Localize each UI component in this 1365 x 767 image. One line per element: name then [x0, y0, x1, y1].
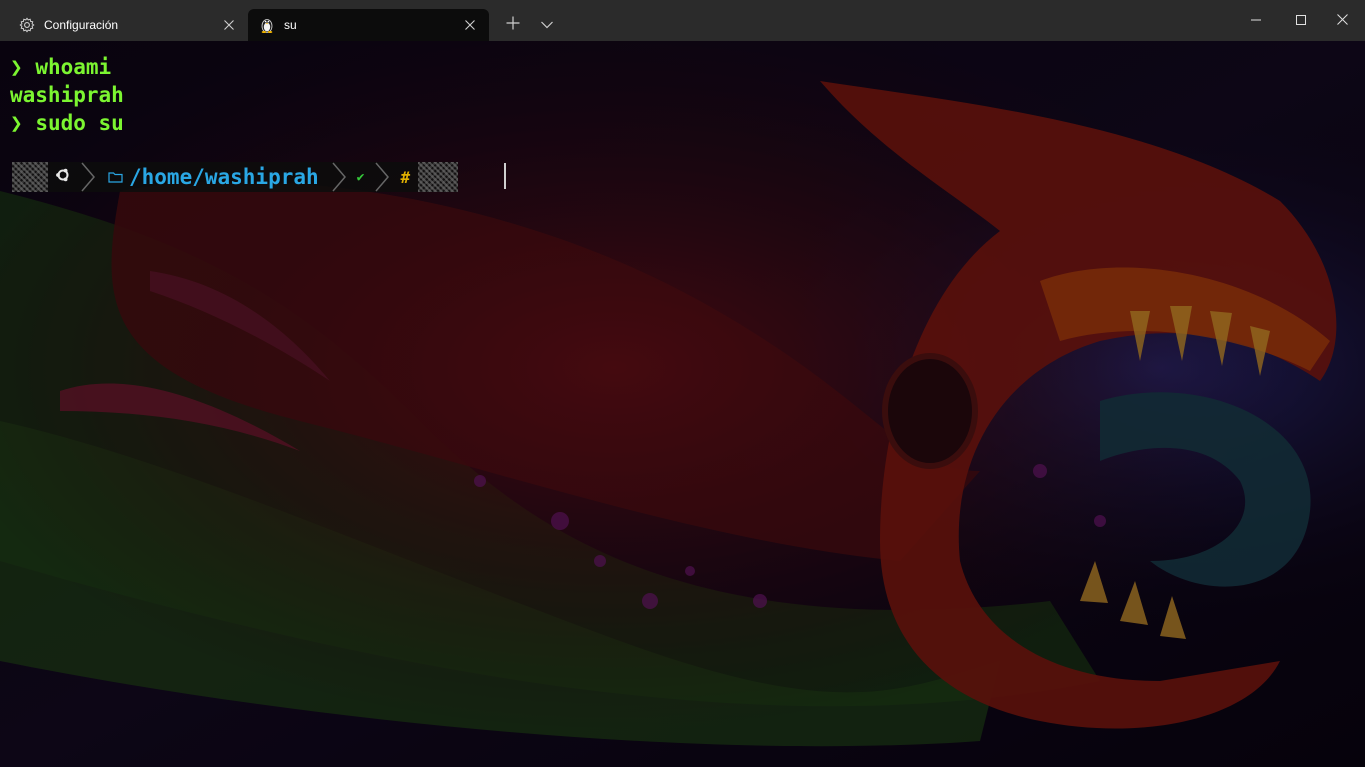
prompt-separator-icon — [372, 162, 393, 192]
text-cursor — [504, 163, 506, 189]
prompt-separator-icon — [328, 162, 349, 192]
root-hash-symbol: # — [400, 167, 411, 187]
ubuntu-icon — [54, 166, 72, 188]
close-icon — [1336, 12, 1348, 30]
maximize-icon — [1296, 12, 1306, 30]
new-tab-button[interactable] — [497, 9, 529, 41]
close-tab-icon[interactable] — [462, 17, 478, 33]
prompt-root-segment: # — [392, 162, 419, 192]
maximize-button[interactable] — [1278, 0, 1324, 41]
tab-dropdown-button[interactable] — [531, 9, 563, 41]
terminal-pane[interactable]: ❯ whoami washiprah ❯ sudo su /home/washi — [0, 41, 1365, 767]
prompt-path-segment: /home/washiprah — [98, 162, 329, 192]
tab-su[interactable]: su — [248, 9, 489, 41]
output-text: washiprah — [10, 83, 124, 107]
prompt-right-cap — [418, 162, 459, 192]
title-bar: Configuración su — [0, 0, 1365, 41]
close-window-button[interactable] — [1319, 0, 1365, 41]
tab-label: Configuración — [44, 18, 119, 32]
chevron-down-icon — [541, 16, 553, 34]
check-icon: ✔ — [356, 169, 365, 185]
linux-penguin-icon — [259, 17, 275, 33]
command-text: whoami — [35, 55, 112, 79]
plus-icon — [506, 16, 520, 35]
tab-label: su — [284, 18, 297, 32]
prompt-separator-icon — [78, 162, 98, 192]
powerline-prompt: /home/washiprah ✔ # — [12, 161, 459, 193]
terminal-line: ❯ whoami — [10, 53, 124, 81]
tab-configuracion[interactable]: Configuración — [8, 9, 248, 41]
prompt-left-cap — [12, 162, 48, 192]
prompt-chevron: ❯ — [10, 111, 23, 135]
terminal-output: ❯ whoami washiprah ❯ sudo su — [10, 53, 124, 137]
prompt-os-segment — [48, 162, 78, 192]
minimize-icon — [1251, 12, 1261, 30]
prompt-chevron: ❯ — [10, 55, 23, 79]
command-text: sudo su — [35, 111, 124, 135]
folder-icon — [102, 168, 123, 187]
background-artwork — [0, 41, 1365, 767]
terminal-line: washiprah — [10, 81, 124, 109]
prompt-status-segment: ✔ — [348, 162, 373, 192]
minimize-button[interactable] — [1233, 0, 1279, 41]
close-tab-icon[interactable] — [221, 17, 237, 33]
gear-icon — [19, 17, 35, 33]
terminal-line: ❯ sudo su — [10, 109, 124, 137]
prompt-path: /home/washiprah — [129, 165, 319, 189]
